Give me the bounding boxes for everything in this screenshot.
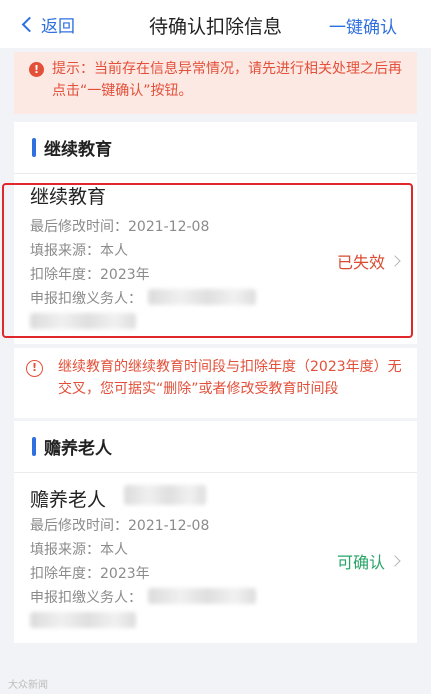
warning-text: 继续教育的继续教育时间段与扣除年度（2023年度）无交叉，您可据实“删除”或者修… bbox=[58, 359, 402, 397]
alert-icon: ! bbox=[29, 62, 44, 77]
notice-banner: ! 提示：当前存在信息异常情况，请先进行相关处理之后再点击“一键确认”按钮。 bbox=[14, 52, 417, 114]
notice-text: 提示：当前存在信息异常情况，请先进行相关处理之后再点击“一键确认”按钮。 bbox=[52, 61, 402, 99]
section-title: 赡养老人 bbox=[44, 439, 112, 459]
section-accent-bar bbox=[32, 437, 36, 456]
section-header-elderly-support: 赡养老人 bbox=[14, 421, 417, 473]
warning-message: ! 继续教育的继续教育时间段与扣除年度（2023年度）无交叉，您可据实“删除”或… bbox=[14, 348, 417, 418]
withholding-agent-row: 申报扣缴义务人： bbox=[30, 590, 142, 606]
card-title: 赡养老人 bbox=[30, 489, 107, 511]
redacted-name bbox=[124, 485, 206, 505]
deduction-card-elderly-support[interactable]: 赡养老人 最后修改时间：2021-12-08 填报来源：本人 扣除年度：2023… bbox=[14, 473, 417, 643]
chevron-right-icon bbox=[389, 555, 401, 567]
redacted-withholding-agent bbox=[148, 588, 256, 604]
navigation-bar: 返回 待确认扣除信息 一键确认 bbox=[0, 0, 431, 48]
section-title: 继续教育 bbox=[44, 140, 112, 160]
section-header-continuing-education: 继续教育 bbox=[14, 122, 417, 174]
confirm-all-button[interactable]: 一键确认 bbox=[329, 13, 397, 38]
status-confirmable[interactable]: 可确认 bbox=[337, 549, 401, 573]
source-row: 填报来源：本人 bbox=[30, 542, 128, 558]
deduction-year-row: 扣除年度：2023年 bbox=[30, 566, 150, 582]
redacted-withholding-agent-line2 bbox=[30, 612, 136, 628]
section-accent-bar bbox=[32, 138, 36, 157]
highlight-frame bbox=[2, 183, 413, 338]
warning-icon: ! bbox=[26, 360, 43, 377]
last-modified-row: 最后修改时间：2021-12-08 bbox=[30, 518, 210, 534]
watermark: 大众新闻 bbox=[8, 680, 48, 691]
